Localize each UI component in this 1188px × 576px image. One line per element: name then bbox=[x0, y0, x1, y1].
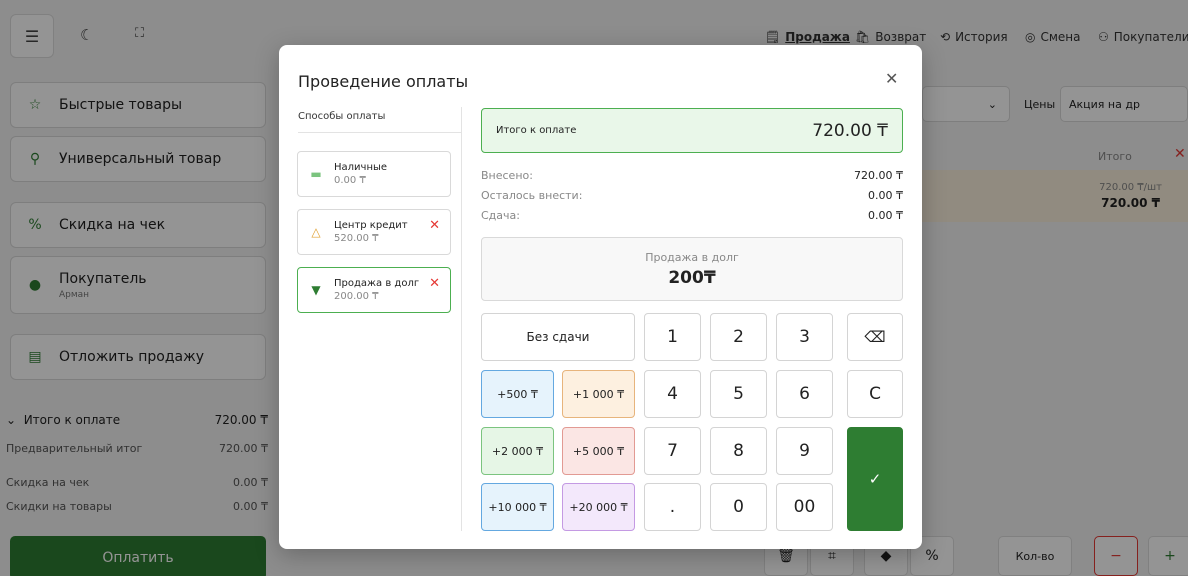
total-to-pay: Итого к оплате 720.00 ₸ bbox=[481, 108, 903, 153]
payment-method-debt[interactable]: ▼ Продажа в долг 200.00 ₸ ✕ bbox=[297, 267, 451, 313]
bank-logo-icon: △ bbox=[311, 225, 321, 239]
remove-icon[interactable]: ✕ bbox=[429, 218, 440, 233]
key-1[interactable]: 1 bbox=[644, 313, 701, 361]
quick-amount-500[interactable]: +500 ₸ bbox=[481, 370, 554, 418]
remaining-row: Осталось внести: 0.00 ₸ bbox=[481, 189, 903, 202]
remove-icon[interactable]: ✕ bbox=[429, 276, 440, 291]
quick-amount-10000[interactable]: +10 000 ₸ bbox=[481, 483, 554, 531]
key-2[interactable]: 2 bbox=[710, 313, 767, 361]
payment-modal: Проведение оплаты ✕ Способы оплаты ▬ Нал… bbox=[279, 45, 922, 549]
close-icon[interactable]: ✕ bbox=[885, 69, 898, 88]
key-9[interactable]: 9 bbox=[776, 427, 833, 475]
backspace-icon[interactable]: ⌫ bbox=[847, 313, 903, 361]
payment-methods-header: Способы оплаты bbox=[298, 111, 386, 122]
clear-button[interactable]: C bbox=[847, 370, 903, 418]
quick-amount-5000[interactable]: +5 000 ₸ bbox=[562, 427, 635, 475]
key-6[interactable]: 6 bbox=[776, 370, 833, 418]
key-0[interactable]: 0 bbox=[710, 483, 767, 531]
key-dot[interactable]: . bbox=[644, 483, 701, 531]
change-row: Сдача: 0.00 ₸ bbox=[481, 209, 903, 222]
quick-amount-2000[interactable]: +2 000 ₸ bbox=[481, 427, 554, 475]
no-change-button[interactable]: Без сдачи bbox=[481, 313, 635, 361]
divider bbox=[461, 107, 462, 531]
key-7[interactable]: 7 bbox=[644, 427, 701, 475]
divider bbox=[298, 132, 461, 133]
paid-row: Внесено: 720.00 ₸ bbox=[481, 169, 903, 182]
key-4[interactable]: 4 bbox=[644, 370, 701, 418]
key-00[interactable]: 00 bbox=[776, 483, 833, 531]
quick-amount-20000[interactable]: +20 000 ₸ bbox=[562, 483, 635, 531]
modal-title: Проведение оплаты bbox=[298, 72, 469, 91]
payment-method-cash[interactable]: ▬ Наличные 0.00 ₸ bbox=[297, 151, 451, 197]
confirm-button[interactable]: ✓ bbox=[847, 427, 903, 531]
key-3[interactable]: 3 bbox=[776, 313, 833, 361]
cash-icon: ▬ bbox=[310, 167, 322, 181]
key-8[interactable]: 8 bbox=[710, 427, 767, 475]
key-5[interactable]: 5 bbox=[710, 370, 767, 418]
debt-icon: ▼ bbox=[311, 283, 321, 297]
amount-display: Продажа в долг 200₸ bbox=[481, 237, 903, 301]
quick-amount-1000[interactable]: +1 000 ₸ bbox=[562, 370, 635, 418]
payment-method-center-credit[interactable]: △ Центр кредит 520.00 ₸ ✕ bbox=[297, 209, 451, 255]
checkmark-icon: ✓ bbox=[868, 470, 882, 488]
